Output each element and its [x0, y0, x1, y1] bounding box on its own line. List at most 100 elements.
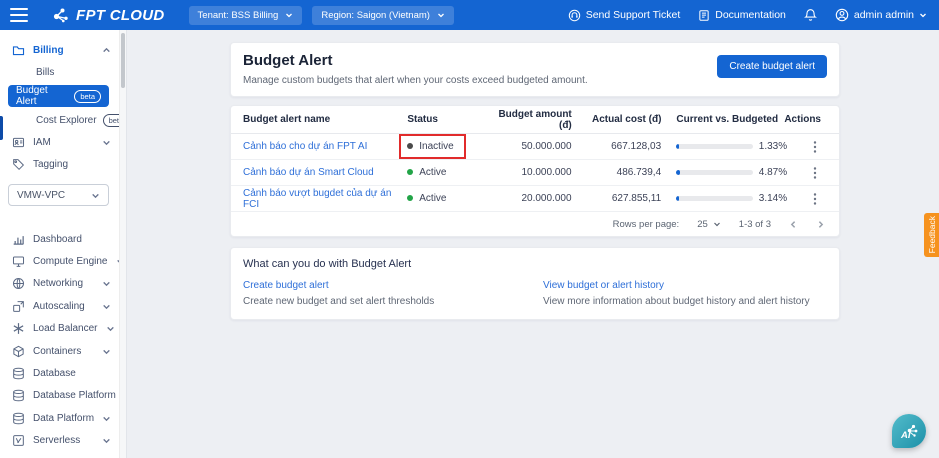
create-budget-alert-button[interactable]: Create budget alert: [717, 55, 827, 78]
active-item-indicator: [0, 116, 3, 140]
help-card: What can you do with Budget Alert Create…: [230, 247, 840, 320]
sidebar-item-containers[interactable]: Containers: [0, 340, 119, 362]
hamburger-menu-icon[interactable]: [10, 8, 28, 22]
containers-icon: [13, 345, 24, 357]
prev-page-button[interactable]: [789, 220, 798, 229]
status-label: Active: [419, 166, 447, 178]
send-support-ticket-link[interactable]: Send Support Ticket: [568, 9, 680, 22]
sidebar-item-database-platform[interactable]: Database Platform: [0, 385, 126, 407]
sidebar-item-billing[interactable]: Billing: [0, 39, 119, 61]
chevron-down-icon: [103, 304, 110, 310]
sidebar-item-serverless[interactable]: Serverless: [0, 430, 119, 452]
help-description: Create new budget and set alert threshol…: [243, 296, 435, 307]
progress-bar: [676, 144, 753, 149]
chevron-down-icon: [920, 13, 926, 18]
sidebar-item-label: Compute Engine: [33, 256, 108, 268]
create-budget-alert-link[interactable]: Create budget alert: [243, 280, 329, 291]
pagination-range: 1-3 of 3: [738, 218, 771, 230]
status-label: Active: [419, 192, 447, 204]
view-budget-history-link[interactable]: View budget or alert history: [543, 280, 664, 291]
sidebar-scrollbar[interactable]: [119, 30, 126, 458]
sidebar-item-label: Containers: [33, 345, 82, 357]
feedback-label: Feedback: [926, 216, 937, 254]
compute-engine-icon: [12, 256, 25, 267]
sidebar-item-label: Networking: [33, 278, 84, 290]
sidebar-item-label: Cost Explorer: [36, 114, 97, 126]
actual-cost-cell: 627.855,11: [611, 193, 662, 204]
support-icon: [568, 9, 580, 21]
vpc-selected-value: VMW-VPC: [17, 189, 66, 201]
kebab-menu-icon[interactable]: [809, 166, 821, 180]
budget-amount-cell: 20.000.000: [521, 193, 572, 204]
autoscaling-icon: [13, 301, 24, 312]
sidebar-item-bills[interactable]: Bills: [0, 61, 119, 83]
tenant-label: Tenant: BSS Billing: [197, 9, 279, 21]
user-menu[interactable]: admin admin: [835, 8, 927, 22]
kebab-menu-icon[interactable]: [809, 192, 821, 206]
top-bar: FPT CLOUD Tenant: BSS Billing Region: Sa…: [0, 0, 939, 30]
status-dot-icon: [407, 195, 414, 202]
region-label: Region: Saigon (Vietnam): [321, 9, 430, 21]
vpc-selector[interactable]: VMW-VPC: [8, 184, 109, 206]
chevron-down-icon: [106, 327, 114, 332]
database-icon: [13, 367, 24, 380]
sidebar-item-compute-engine[interactable]: Compute Engine: [0, 250, 124, 272]
page-title: Budget Alert: [243, 52, 333, 69]
sidebar-item-label: Database: [33, 368, 76, 380]
tag-icon: [13, 158, 25, 170]
sidebar-item-label: Serverless: [33, 435, 81, 447]
budget-alert-name-link[interactable]: Cảnh báo vượt bugdet của dự án FCI: [243, 188, 391, 210]
beta-badge: beta: [74, 89, 101, 103]
ai-bot-icon: AI: [900, 424, 918, 441]
sidebar-item-load-balancer[interactable]: Load Balancer: [0, 318, 119, 340]
budget-amount-cell: 10.000.000: [521, 167, 572, 178]
load-balancer-icon: [13, 323, 24, 335]
sidebar-item-iam[interactable]: IAM: [0, 131, 119, 153]
sidebar-item-cost-explorer[interactable]: Cost Explorer beta: [0, 109, 126, 131]
scrollbar-thumb[interactable]: [121, 33, 125, 88]
ai-assistant-button[interactable]: AI: [892, 414, 926, 448]
region-selector[interactable]: Region: Saigon (Vietnam): [312, 5, 454, 25]
budget-alert-name-link[interactable]: Cảnh báo dự án Smart Cloud: [243, 167, 374, 178]
help-card-title: What can you do with Budget Alert: [243, 258, 412, 270]
fpt-cloud-logo: FPT CLOUD: [52, 7, 165, 24]
sidebar-item-database[interactable]: Database: [0, 362, 119, 384]
sidebar-item-label: Billing: [33, 44, 64, 56]
tenant-selector[interactable]: Tenant: BSS Billing: [188, 5, 303, 25]
progress-bar: [676, 196, 753, 201]
chevron-down-icon: [286, 13, 293, 18]
kebab-menu-icon[interactable]: [809, 140, 821, 154]
progress-percent: 3.14%: [758, 193, 788, 204]
sidebar-item-dashboard[interactable]: Dashboard: [0, 228, 119, 250]
sidebar-item-autoscaling[interactable]: Autoscaling: [0, 295, 119, 317]
budget-alert-table: Budget alert name Status Budget amount (…: [230, 105, 840, 237]
billing-folder-icon: [12, 45, 25, 55]
rows-per-page-label: Rows per page:: [612, 218, 680, 230]
next-page-button[interactable]: [816, 220, 825, 229]
sidebar-item-data-platform[interactable]: Data Platform: [0, 407, 119, 429]
feedback-tab[interactable]: Feedback: [924, 213, 939, 257]
fpt-molecule-icon: [53, 8, 68, 23]
dashboard-icon: [13, 235, 24, 245]
main-content: Budget Alert Manage custom budgets that …: [127, 30, 939, 458]
progress-percent: 4.87%: [758, 167, 788, 178]
progress-percent: 1.33%: [758, 141, 788, 152]
column-header: Budget alert name: [243, 114, 331, 125]
sidebar-item-tagging[interactable]: Tagging: [0, 153, 119, 175]
chevron-down-icon: [103, 439, 110, 444]
notifications-bell-icon[interactable]: [803, 8, 817, 22]
chevron-down-icon: [103, 349, 110, 354]
documentation-link[interactable]: Documentation: [698, 9, 786, 22]
page-header-card: Budget Alert Manage custom budgets that …: [230, 42, 840, 97]
rows-per-page-select[interactable]: 25: [697, 219, 721, 230]
sidebar-item-networking[interactable]: Networking: [0, 273, 119, 295]
sidebar-item-budget-alert[interactable]: Budget Alert beta: [8, 85, 109, 107]
sidebar-item-label: Autoscaling: [33, 300, 85, 312]
svg-text:AI: AI: [900, 430, 911, 441]
table-row: Cảnh báo cho dự án FPT AI Inactive 50.00…: [231, 133, 839, 160]
column-header: Actual cost (đ): [591, 114, 662, 125]
chevron-down-icon: [437, 13, 444, 18]
sidebar-item-label: Budget Alert: [16, 85, 48, 107]
budget-alert-name-link[interactable]: Cảnh báo cho dự án FPT AI: [243, 141, 367, 152]
chevron-down-icon: [713, 222, 720, 227]
